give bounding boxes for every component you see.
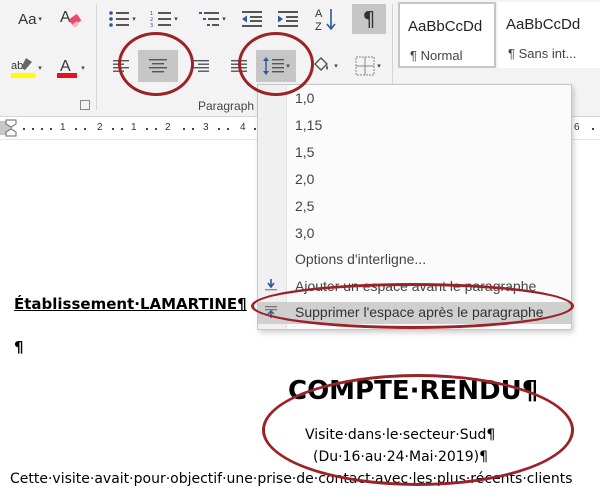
svg-text:A: A [315,8,323,20]
decrease-indent-icon [242,11,262,27]
svg-text:A: A [60,9,71,26]
ruler-tick [84,128,86,130]
chevron-down-icon: ▾ [38,65,42,72]
pilcrow-icon: ¶ [362,7,376,31]
svg-text:ab: ab [11,60,23,72]
font-color-icon: A [57,58,78,78]
ruler-tick [112,128,114,130]
chevron-down-icon: ▾ [81,65,85,72]
bullets-icon [109,11,130,27]
ruler-tick [192,128,194,130]
ruler-tick [183,128,185,130]
text-highlight-button[interactable]: ab ▾ [8,54,44,82]
style-sample: AaBbCcDd [408,18,483,35]
menu-item-line-spacing-options[interactable]: Options d'interligne... [295,251,426,267]
chevron-down-icon: ▾ [222,16,226,23]
menu-item-spacing-3-0[interactable]: 3,0 [295,225,314,241]
change-case-icon: Aa [18,10,37,28]
style-sample: AaBbCcDd [506,16,581,33]
menu-item-spacing-1-0[interactable]: 1,0 [295,90,314,106]
document-heading: Établissement·LAMARTINE¶ [14,295,247,313]
ruler-tick [254,128,256,130]
increase-indent-icon [278,11,298,27]
chevron-down-icon: ▾ [38,16,42,23]
ruler-tick [41,128,43,130]
svg-text:3: 3 [150,23,153,28]
clear-formatting-button[interactable]: A [56,4,86,32]
style-name: ¶ Sans int... [508,46,577,61]
sort-icon: A Z [315,8,336,32]
ruler-tick [146,128,148,130]
show-formatting-marks-button[interactable]: ¶ [352,4,386,34]
ruler-number: 1 [60,122,66,133]
ruler-tick [218,128,220,130]
menu-item-spacing-1-15[interactable]: 1,15 [295,117,322,133]
style-normal[interactable]: AaBbCcDd ¶ Normal [398,2,496,68]
ruler-tick [227,128,229,130]
chevron-down-icon: ▾ [174,16,178,23]
annotation-circle-title [262,374,574,486]
ruler-number: 4 [240,122,246,133]
style-no-spacing[interactable]: AaBbCcDd ¶ Sans int... [498,2,600,68]
annotation-circle-menu-item [251,283,574,329]
chevron-down-icon: ▾ [377,63,381,70]
ruler-tick [75,128,77,130]
ruler-number: 1 [131,122,137,133]
ruler-tick [121,128,123,130]
numbering-button[interactable]: 1 2 3 ▾ [146,6,182,32]
chevron-down-icon: ▾ [132,16,136,23]
ruler-number: 2 [165,122,171,133]
borders-icon [355,56,375,76]
ruler-tick [32,128,34,130]
indent-marker-icon[interactable] [5,119,17,137]
menu-item-spacing-2-5[interactable]: 2,5 [295,198,314,214]
highlighter-icon: ab [11,58,36,78]
ruler-tick [155,128,157,130]
align-right-icon [193,60,209,72]
menu-item-spacing-2-0[interactable]: 2,0 [295,171,314,187]
decrease-indent-button[interactable] [238,6,266,32]
change-case-button[interactable]: Aa ▾ [12,6,48,32]
bullets-button[interactable]: ▾ [104,6,140,32]
font-color-button[interactable]: A ▾ [52,54,88,82]
multilevel-list-button[interactable]: ▾ [194,6,230,32]
font-dialog-launcher[interactable] [80,100,90,110]
svg-text:A: A [60,58,71,75]
empty-paragraph: ¶ [14,338,24,356]
ruler-tick [23,128,25,130]
ruler-number: 6 [574,122,580,133]
numbering-icon: 1 2 3 [150,11,172,28]
annotation-circle-line-spacing [238,32,314,96]
sort-button[interactable]: A Z [312,4,340,34]
svg-text:Z: Z [315,21,322,32]
group-label-paragraph: Paragraph [198,99,255,113]
style-name: ¶ Normal [410,48,463,63]
increase-indent-button[interactable] [274,6,302,32]
ruler-number: 3 [203,122,209,133]
multilevel-list-icon [199,12,220,26]
clear-formatting-icon: A [60,9,81,28]
ruler-tick [592,128,594,130]
add-space-before-icon [265,279,277,291]
group-divider [96,4,97,110]
chevron-down-icon: ▾ [334,63,338,70]
styles-gallery: AaBbCcDd ¶ Normal AaBbCcDd ¶ Sans int... [396,0,600,70]
ruler-number: 2 [97,122,103,133]
menu-item-spacing-1-5[interactable]: 1,5 [295,144,314,160]
annotation-circle-center [118,32,194,96]
ruler-tick [50,128,52,130]
borders-button[interactable]: ▾ [348,52,388,80]
